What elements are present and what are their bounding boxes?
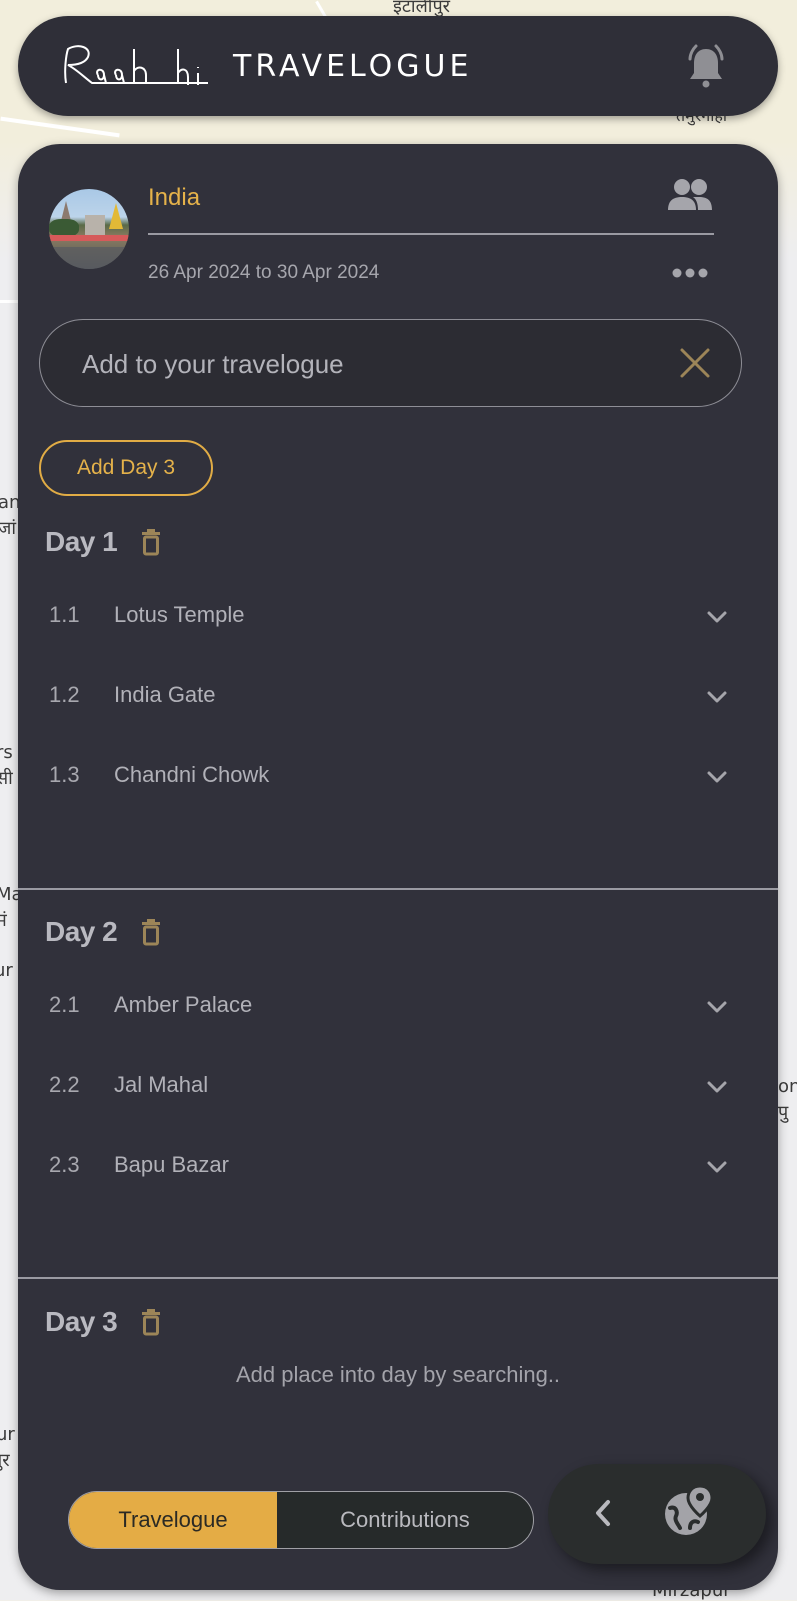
map-label: मं: [0, 910, 7, 931]
place-number: 1.1: [49, 602, 80, 627]
trip-dates[interactable]: 26 Apr 2024 to 30 Apr 2024: [148, 262, 379, 284]
place-name: Chandni Chowk: [114, 762, 270, 787]
bell-icon[interactable]: [684, 43, 728, 89]
place-name: Bapu Bazar: [114, 1152, 229, 1177]
place-number: 1.2: [49, 682, 80, 707]
place-number: 2.3: [49, 1152, 80, 1177]
day-title: Day 1: [45, 526, 118, 557]
chevron-down-icon[interactable]: [706, 690, 728, 704]
map-toggle-pill: [548, 1464, 766, 1564]
chevron-down-icon[interactable]: [706, 1160, 728, 1174]
place-name: Lotus Temple: [114, 602, 245, 627]
people-icon[interactable]: [666, 178, 714, 212]
tab-contributions[interactable]: Contributions: [277, 1492, 533, 1548]
day-header: Day 2: [45, 916, 161, 948]
day-header: Day 1: [45, 526, 161, 558]
place-number: 2.1: [49, 992, 80, 1017]
place-number: 1.3: [49, 762, 80, 787]
map-label: पु: [778, 1102, 789, 1123]
map-label: जां: [0, 518, 17, 539]
map-label: पुर: [0, 1450, 10, 1471]
place-row[interactable]: 2.2 Jal Mahal: [18, 1056, 778, 1116]
day-title: Day 2: [45, 916, 118, 947]
day-header: Day 3: [45, 1306, 161, 1338]
place-row[interactable]: 1.2 India Gate: [18, 666, 778, 726]
place-row[interactable]: 2.1 Amber Palace: [18, 976, 778, 1036]
travelogue-panel: India 26 Apr 2024 to 30 Apr 2024 Add Day…: [18, 144, 778, 1590]
chevron-down-icon[interactable]: [706, 1080, 728, 1094]
app-header: TRAVELOGUE: [18, 16, 778, 116]
day-divider: [18, 888, 778, 890]
trip-cover-avatar[interactable]: [49, 189, 129, 269]
chevron-left-icon[interactable]: [594, 1498, 612, 1528]
chevron-down-icon[interactable]: [706, 1000, 728, 1014]
day-divider: [18, 1277, 778, 1279]
place-name: Amber Palace: [114, 992, 253, 1017]
map-label: ur: [0, 960, 13, 981]
place-row[interactable]: 1.3 Chandni Chowk: [18, 746, 778, 806]
chevron-down-icon[interactable]: [706, 770, 728, 784]
place-name: Jal Mahal: [114, 1072, 209, 1097]
place-row[interactable]: 2.3 Bapu Bazar: [18, 1136, 778, 1196]
place-name: India Gate: [114, 682, 216, 707]
trip-title[interactable]: India: [148, 184, 200, 212]
trash-icon[interactable]: [141, 528, 161, 556]
add-day-button[interactable]: Add Day 3: [39, 440, 213, 496]
map-label: rs: [0, 742, 13, 763]
place-number: 2.2: [49, 1072, 80, 1097]
trash-icon[interactable]: [141, 1308, 161, 1336]
chevron-down-icon[interactable]: [706, 610, 728, 624]
app-title: TRAVELOGUE: [233, 48, 473, 84]
map-label: on: [778, 1076, 797, 1097]
view-toggle: Travelogue Contributions: [68, 1491, 534, 1549]
place-row[interactable]: 1.1 Lotus Temple: [18, 586, 778, 646]
empty-day-message: Add place into day by searching..: [235, 1362, 561, 1387]
title-underline: [148, 233, 714, 235]
search-field[interactable]: [39, 319, 742, 408]
globe-location-icon[interactable]: [662, 1484, 716, 1538]
map-label: सी: [0, 768, 13, 789]
tab-travelogue[interactable]: Travelogue: [69, 1492, 277, 1548]
trash-icon[interactable]: [141, 918, 161, 946]
raahi-logo: [64, 45, 208, 85]
day-title: Day 3: [45, 1306, 118, 1337]
search-input[interactable]: [80, 320, 664, 408]
more-horizontal-icon[interactable]: [672, 266, 708, 280]
map-label: ur: [0, 1424, 15, 1445]
close-icon[interactable]: [679, 347, 711, 379]
